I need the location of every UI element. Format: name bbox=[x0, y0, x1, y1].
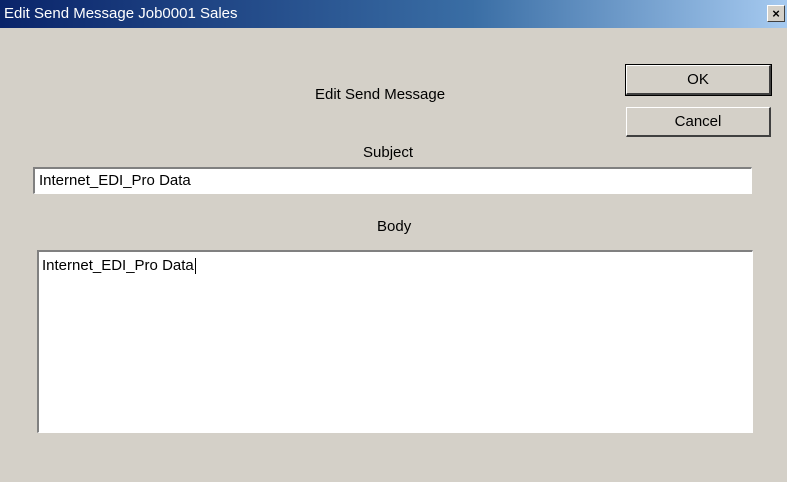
body-text: Internet_EDI_Pro Data bbox=[42, 257, 194, 274]
title-bar[interactable]: Edit Send Message Job0001 Sales × bbox=[0, 0, 787, 28]
text-caret bbox=[194, 258, 196, 274]
close-button[interactable]: × bbox=[767, 5, 785, 22]
cancel-button[interactable]: Cancel bbox=[626, 107, 771, 137]
dialog-heading: Edit Send Message bbox=[315, 86, 446, 103]
dialog-window: Edit Send Message Job0001 Sales × Edit S… bbox=[0, 0, 787, 482]
body-label: Body bbox=[377, 218, 412, 235]
body-textarea[interactable]: Internet_EDI_Pro Data bbox=[37, 250, 753, 433]
subject-input[interactable]: Internet_EDI_Pro Data bbox=[33, 167, 752, 194]
window-title: Edit Send Message Job0001 Sales bbox=[4, 5, 238, 22]
close-icon: × bbox=[772, 6, 780, 21]
subject-label: Subject bbox=[363, 144, 414, 161]
ok-button[interactable]: OK bbox=[625, 64, 772, 96]
